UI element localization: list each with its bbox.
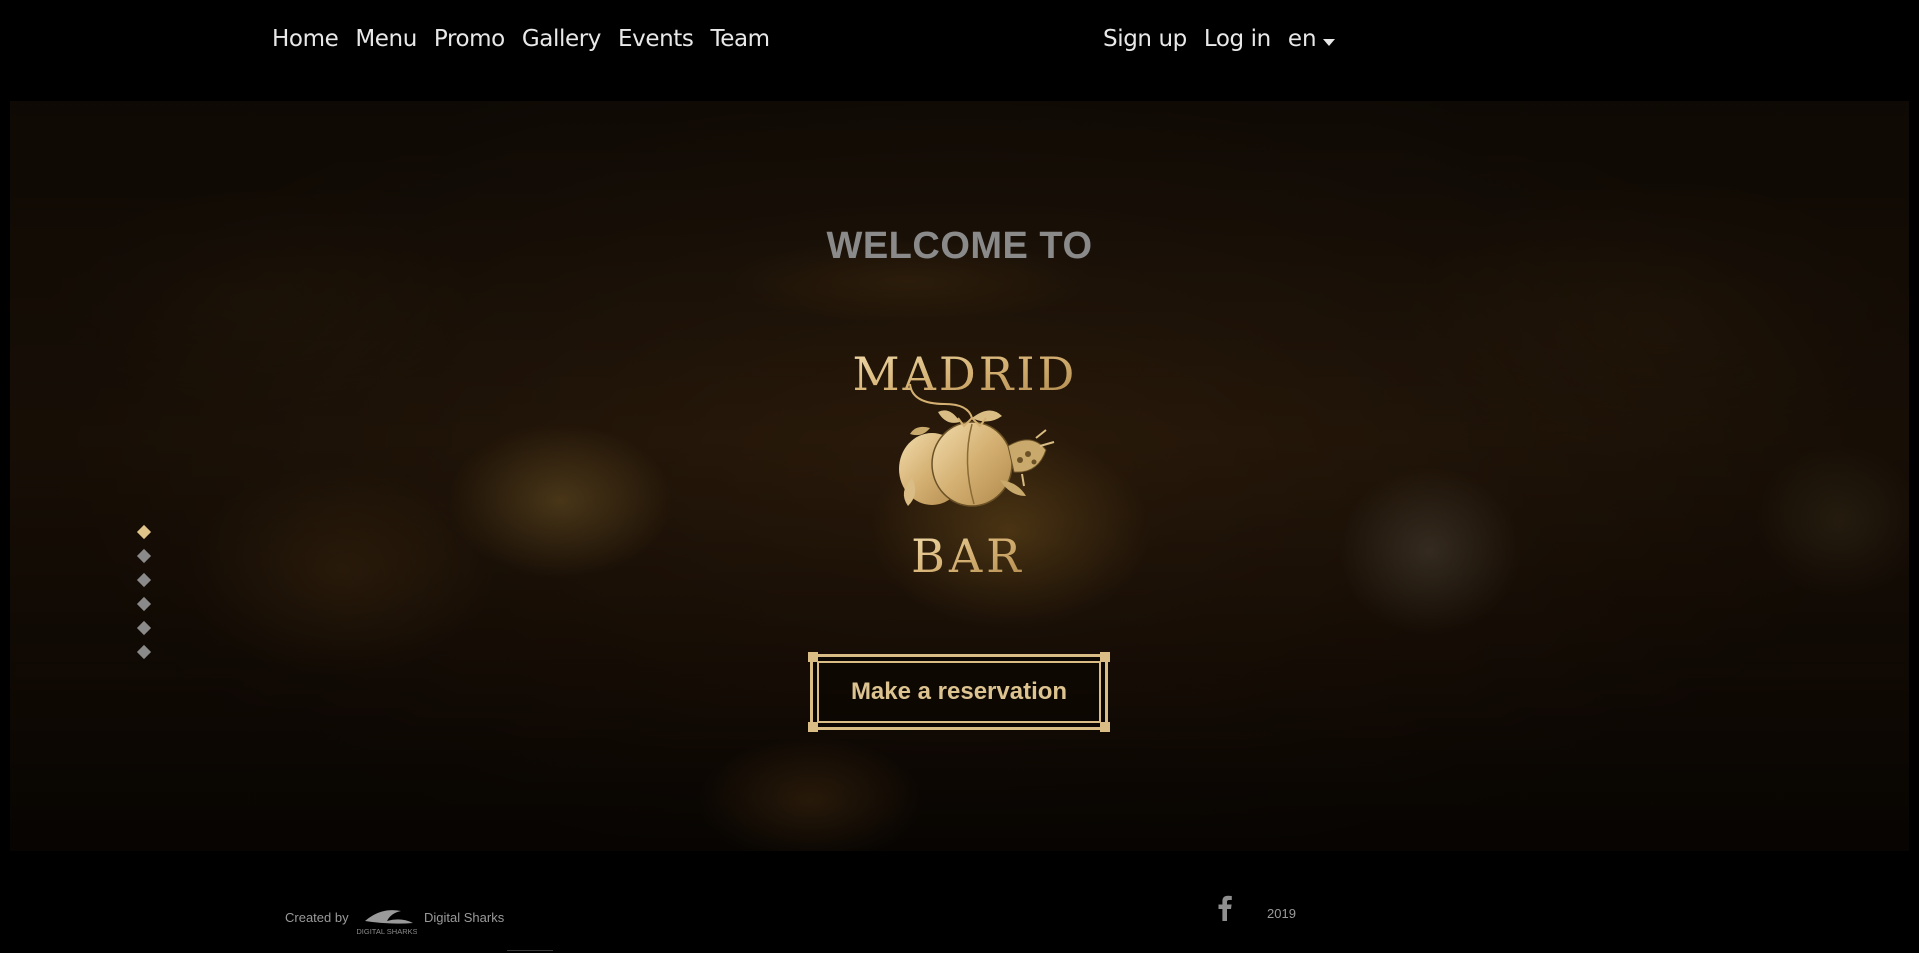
top-nav: Home Menu Promo Gallery Events Team Sign… bbox=[0, 0, 1919, 86]
created-by-label: Created by bbox=[285, 910, 349, 925]
page: Home Menu Promo Gallery Events Team Sign… bbox=[0, 0, 1919, 953]
logo-text-bottom: BAR bbox=[911, 529, 1025, 583]
nav-menu[interactable]: Menu bbox=[355, 26, 417, 52]
login-link[interactable]: Log in bbox=[1204, 26, 1271, 52]
facebook-icon[interactable] bbox=[1214, 893, 1234, 921]
footer: Created by DIGITAL SHARKS Digital Sharks… bbox=[0, 851, 1919, 953]
madrid-bar-logo: MADRID BAR bbox=[853, 347, 1078, 583]
slider-dots bbox=[136, 524, 152, 671]
slider-dot-5[interactable] bbox=[136, 620, 152, 636]
slider-dot-2[interactable] bbox=[136, 548, 152, 564]
digital-sharks-logo-text: DIGITAL SHARKS bbox=[357, 927, 417, 936]
divider bbox=[507, 950, 553, 951]
make-reservation-label: Make a reservation bbox=[850, 678, 1068, 705]
slider-dot-4[interactable] bbox=[136, 596, 152, 612]
button-corner bbox=[808, 652, 818, 662]
nav-promo[interactable]: Promo bbox=[434, 26, 505, 52]
slider-dot-1[interactable] bbox=[136, 524, 152, 540]
button-corner bbox=[1100, 722, 1110, 732]
button-corner bbox=[808, 722, 818, 732]
welcome-heading: WELCOME TO bbox=[826, 225, 1093, 267]
account-nav: Sign up Log in en bbox=[1103, 26, 1335, 52]
language-selector[interactable]: en bbox=[1288, 26, 1335, 52]
nav-home[interactable]: Home bbox=[272, 26, 339, 52]
nav-team[interactable]: Team bbox=[710, 26, 770, 52]
hero-section: WELCOME TO MADRID BAR Make a reservation bbox=[10, 101, 1909, 851]
chevron-down-icon bbox=[1322, 38, 1335, 46]
make-reservation-button[interactable]: Make a reservation bbox=[808, 652, 1110, 732]
logo-text-top: MADRID bbox=[853, 347, 1078, 401]
digital-sharks-logo[interactable]: DIGITAL SHARKS bbox=[357, 903, 417, 937]
nav-events[interactable]: Events bbox=[618, 26, 694, 52]
button-corner bbox=[1100, 652, 1110, 662]
company-name: Digital Sharks bbox=[424, 910, 505, 925]
slider-dot-3[interactable] bbox=[136, 572, 152, 588]
main-nav: Home Menu Promo Gallery Events Team bbox=[272, 26, 787, 52]
slider-dot-6[interactable] bbox=[136, 644, 152, 660]
nav-gallery[interactable]: Gallery bbox=[522, 26, 602, 52]
language-label: en bbox=[1287, 26, 1317, 52]
copyright-year: 2019 bbox=[1267, 906, 1296, 921]
signup-link[interactable]: Sign up bbox=[1103, 26, 1187, 52]
